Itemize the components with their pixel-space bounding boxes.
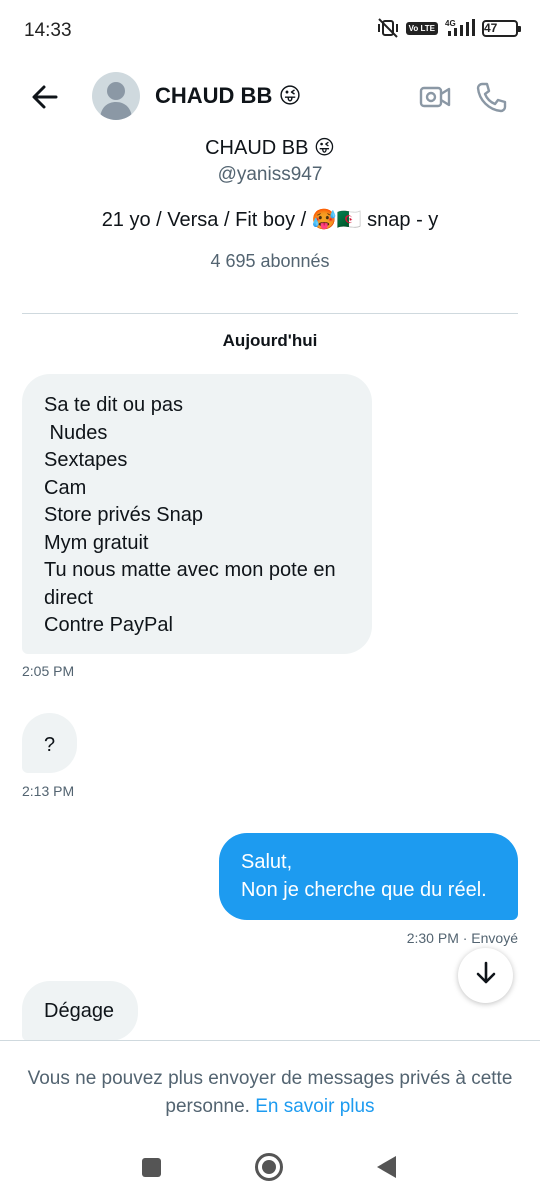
default-avatar-icon [92,82,140,120]
message-timestamp: 2:05 PM [22,663,75,679]
video-call-icon [418,86,452,118]
back-button[interactable] [28,80,62,114]
message-bubble-incoming[interactable]: Sa te dit ou pas Nudes Sextapes Cam Stor… [22,374,372,654]
message-line: Cam [44,476,87,499]
message-line: Contre PayPal [44,614,173,636]
message-line: direct [44,586,93,609]
phone-call-button[interactable] [474,80,508,114]
conversation-header: CHAUD BB 😜 [0,62,540,132]
message-line: ? [44,734,56,756]
profile-bio: 21 yo / Versa / Fit boy / 🥵🇩🇿 snap - y [101,209,439,231]
status-icons: Vo LTE 4G 47 [376,18,521,38]
message-status: 2:30 PM · Envoyé [406,930,518,946]
message-line: Sextapes [44,449,128,471]
divider [22,313,518,314]
day-separator: Aujourd'hui [222,331,318,350]
scroll-to-bottom-button[interactable] [458,948,513,1003]
message-bubble-incoming[interactable]: Dégage [22,981,138,1041]
profile-summary: CHAUD BB 😜 @yaniss947 21 yo / Versa / Fi… [0,134,540,274]
vibrate-mute-icon [376,18,400,38]
dm-disabled-notice: Vous ne pouvez plus envoyer de messages … [20,1065,520,1121]
back-triangle-icon[interactable] [377,1156,396,1178]
conversation-title[interactable]: CHAUD BB 😜 [155,83,301,109]
message-line: Nudes [44,421,108,444]
system-nav-bar [0,1130,540,1200]
message-line: Non je cherche que du réel. [241,878,487,901]
avatar[interactable] [92,72,140,120]
profile-followers: 4 695 abonnés [210,251,330,271]
message-bubble-incoming[interactable]: ? [22,713,77,773]
volte-icon: Vo LTE [405,21,438,35]
learn-more-link[interactable]: En savoir plus [255,1096,374,1117]
message-line: Dégage [44,1000,115,1022]
phone-call-icon [474,82,508,118]
message-line: Store privés Snap [44,504,203,526]
home-circle-icon[interactable] [255,1153,283,1181]
dm-disabled-footer: Vous ne pouvez plus envoyer de messages … [0,1040,540,1130]
arrow-left-icon [28,85,62,118]
message-timestamp: 2:13 PM [22,783,75,799]
message-line: Salut, [241,851,293,873]
message-line: Sa te dit ou pas [44,394,183,416]
network-type: 4G [445,19,456,28]
message-line: Mym gratuit [44,531,149,554]
video-call-button[interactable] [418,80,452,114]
profile-handle: @yaniss947 [217,164,323,185]
profile-name: CHAUD BB 😜 [205,137,335,159]
battery-icon: 47 [482,19,521,37]
signal-icon: 4G [444,18,476,38]
message-bubble-outgoing[interactable]: Salut, Non je cherche que du réel. [219,833,518,920]
recents-square-icon[interactable] [142,1158,161,1177]
status-time: 14:33 [24,20,72,41]
arrow-down-icon [473,960,499,991]
message-line: Tu nous matte avec mon pote en [44,559,336,581]
status-bar: 14:33 Vo LTE 4G 47 [0,0,540,62]
